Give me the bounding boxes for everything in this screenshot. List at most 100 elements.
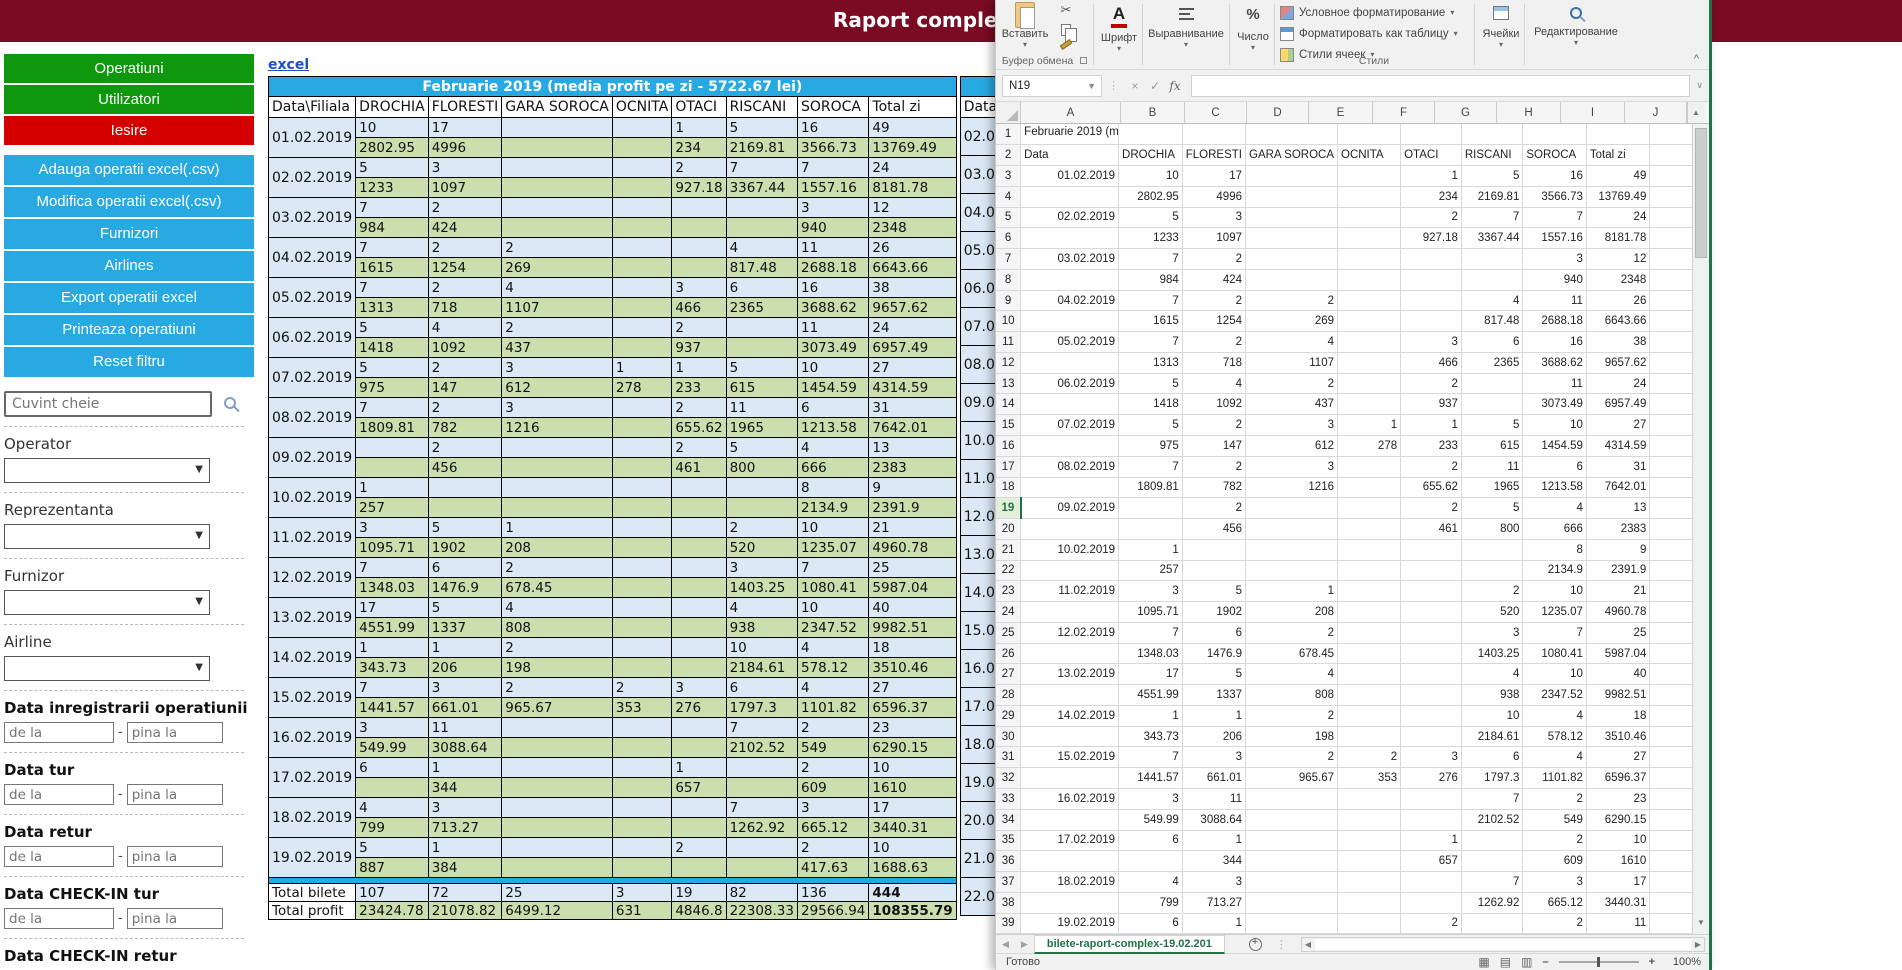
grid-cell[interactable]: [1021, 560, 1119, 581]
grid-cell[interactable]: [1182, 124, 1245, 145]
row-header-20[interactable]: 20: [996, 519, 1021, 540]
column-header-F[interactable]: F: [1373, 102, 1435, 123]
grid-cell[interactable]: 198: [1246, 726, 1338, 747]
add-sheet-button[interactable]: [1249, 938, 1262, 951]
grid-cell[interactable]: 353: [1338, 768, 1401, 789]
grid-cell[interactable]: 5: [1182, 581, 1245, 602]
grid-cell[interactable]: 1107: [1246, 352, 1338, 373]
grid-cell[interactable]: 7: [1119, 456, 1183, 477]
column-header-H[interactable]: H: [1497, 102, 1561, 123]
grid-cell[interactable]: [1338, 664, 1401, 685]
grid-cell[interactable]: [1119, 851, 1183, 872]
grid-cell[interactable]: 4: [1246, 664, 1338, 685]
grid-cell[interactable]: 2688.18: [1523, 311, 1587, 332]
grid-cell[interactable]: [1119, 498, 1183, 519]
grid-cell[interactable]: 2: [1182, 332, 1245, 353]
grid-cell[interactable]: [1338, 166, 1401, 187]
grid-cell[interactable]: 2348: [1586, 269, 1649, 290]
grid-cell[interactable]: 1: [1119, 705, 1183, 726]
column-header-G[interactable]: G: [1435, 102, 1497, 123]
grid-cell[interactable]: [1246, 269, 1338, 290]
formula-input[interactable]: [1191, 75, 1690, 97]
grid-cell[interactable]: 2102.52: [1461, 809, 1522, 830]
grid-cell[interactable]: [1338, 685, 1401, 706]
grid-cell[interactable]: 1809.81: [1119, 477, 1183, 498]
grid-cell[interactable]: 19.02.2019: [1021, 913, 1119, 934]
grid-cell[interactable]: 6: [1182, 622, 1245, 643]
grid-cell[interactable]: [1338, 124, 1401, 145]
grid-cell[interactable]: 02.02.2019: [1021, 207, 1119, 228]
grid-cell[interactable]: [1021, 269, 1119, 290]
column-header-D[interactable]: D: [1247, 102, 1309, 123]
grid-cell[interactable]: [1338, 207, 1401, 228]
grid-cell[interactable]: 1454.59: [1523, 435, 1587, 456]
grid-cell[interactable]: 2: [1246, 622, 1338, 643]
grid-cell[interactable]: [1246, 124, 1338, 145]
scroll-left-arrow[interactable]: ◀: [1302, 940, 1314, 949]
search-input[interactable]: [4, 391, 212, 417]
sidebar-action-button[interactable]: Furnizori: [4, 219, 254, 249]
grid-cell[interactable]: [1461, 851, 1522, 872]
grid-cell[interactable]: [1338, 539, 1401, 560]
grid-cell[interactable]: 2: [1246, 705, 1338, 726]
grid-cell[interactable]: 1615: [1119, 311, 1183, 332]
grid-cell[interactable]: 1101.82: [1523, 768, 1587, 789]
grid-cell[interactable]: 233: [1401, 435, 1462, 456]
grid-cell[interactable]: 3: [1246, 456, 1338, 477]
grid-cell[interactable]: 520: [1461, 602, 1522, 623]
grid-cell[interactable]: [1246, 913, 1338, 934]
grid-cell[interactable]: 984: [1119, 269, 1183, 290]
row-header-21[interactable]: 21: [996, 539, 1021, 560]
grid-cell[interactable]: 2: [1401, 207, 1462, 228]
grid-cell[interactable]: 8: [1523, 539, 1587, 560]
grid-cell[interactable]: 1262.92: [1461, 892, 1522, 913]
column-header-J[interactable]: J: [1625, 102, 1687, 123]
normal-view-icon[interactable]: ▦: [1478, 955, 1489, 969]
grid-cell[interactable]: [1246, 560, 1338, 581]
grid-cell[interactable]: 40: [1586, 664, 1649, 685]
grid-cell[interactable]: 49: [1586, 166, 1649, 187]
grid-cell[interactable]: [1461, 913, 1522, 934]
grid-cell[interactable]: [1021, 228, 1119, 249]
grid-cell[interactable]: 1610: [1586, 851, 1649, 872]
grid-cell[interactable]: [1021, 726, 1119, 747]
grid-cell[interactable]: 234: [1401, 186, 1462, 207]
grid-cell[interactable]: 1476.9: [1182, 643, 1245, 664]
grid-cell[interactable]: [1461, 539, 1522, 560]
grid-cell[interactable]: 1: [1246, 581, 1338, 602]
grid-cell[interactable]: [1401, 622, 1462, 643]
grid-cell[interactable]: 713.27: [1182, 892, 1245, 913]
grid-cell[interactable]: 466: [1401, 352, 1462, 373]
grid-cell[interactable]: 01.02.2019: [1021, 166, 1119, 187]
grid-cell[interactable]: GARA SOROCA: [1246, 145, 1338, 166]
grid-cell[interactable]: [1338, 872, 1401, 893]
grid-cell[interactable]: 3088.64: [1182, 809, 1245, 830]
grid-cell[interactable]: 578.12: [1523, 726, 1587, 747]
grid-cell[interactable]: 6643.66: [1586, 311, 1649, 332]
grid-cell[interactable]: 06.02.2019: [1021, 373, 1119, 394]
grid-cell[interactable]: 3: [1182, 872, 1245, 893]
sidebar-nav-operatiuni[interactable]: Operatiuni: [4, 54, 254, 83]
grid-cell[interactable]: 3: [1119, 581, 1183, 602]
grid-cell[interactable]: 3: [1401, 747, 1462, 768]
grid-cell[interactable]: 2391.9: [1586, 560, 1649, 581]
grid-cell[interactable]: [1021, 477, 1119, 498]
grid-cell[interactable]: 1233: [1119, 228, 1183, 249]
grid-cell[interactable]: OCNITA: [1338, 145, 1401, 166]
grid-cell[interactable]: SOROCA: [1523, 145, 1587, 166]
grid-cell[interactable]: 7: [1461, 789, 1522, 810]
grid-cell[interactable]: 10: [1461, 705, 1522, 726]
row-header-39[interactable]: 39: [996, 913, 1021, 934]
grid-cell[interactable]: [1021, 851, 1119, 872]
grid-cell[interactable]: 2: [1246, 290, 1338, 311]
next-sheet-arrow[interactable]: ▶: [1015, 939, 1034, 950]
row-header-34[interactable]: 34: [996, 809, 1021, 830]
grid-cell[interactable]: 938: [1461, 685, 1522, 706]
filter-select-reprezentanta[interactable]: ▼: [4, 524, 210, 549]
select-all-corner[interactable]: [996, 102, 1021, 123]
grid-cell[interactable]: [1246, 498, 1338, 519]
grid-cell[interactable]: 18: [1586, 705, 1649, 726]
date-to-input[interactable]: [127, 784, 223, 805]
grid-cell[interactable]: [1021, 602, 1119, 623]
grid-cell[interactable]: 1418: [1119, 394, 1183, 415]
